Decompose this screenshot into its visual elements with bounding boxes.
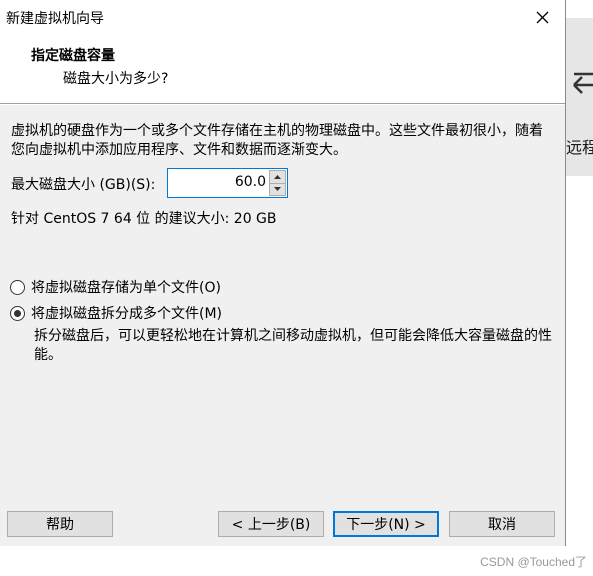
split-files-label: 将虚拟磁盘拆分成多个文件(M) — [31, 306, 223, 322]
split-description: 拆分磁盘后，可以更轻松地在计算机之间移动虚拟机，但可能会降低大容量磁盘的性能。 — [34, 328, 552, 363]
single-file-label: 将虚拟磁盘存储为单个文件(O) — [31, 280, 221, 296]
background-window: 远程 — [566, 18, 593, 176]
background-text: 远程 — [566, 138, 593, 157]
split-files-option[interactable]: 将虚拟磁盘拆分成多个文件(M) — [10, 303, 222, 323]
watermark: CSDN @Touched了 — [480, 555, 587, 569]
close-button[interactable] — [519, 0, 565, 34]
disk-description: 虚拟机的硬盘作为一个或多个文件存储在主机的物理磁盘中。这些文件最初很小，随着您向… — [11, 123, 543, 158]
title-bar: 新建虚拟机向导 — [0, 0, 565, 34]
cancel-button[interactable]: 取消 — [449, 511, 555, 537]
disk-size-input[interactable]: 60.0 — [172, 174, 266, 190]
triangle-down-icon — [274, 187, 281, 192]
close-icon — [536, 11, 548, 23]
disk-size-stepper[interactable]: 60.0 — [167, 168, 288, 198]
window-title: 新建虚拟机向导 — [6, 11, 104, 27]
stepper-down-button[interactable] — [269, 183, 286, 196]
wizard-header: 指定磁盘容量 磁盘大小为多少? — [0, 34, 565, 104]
wizard-content: 虚拟机的硬盘作为一个或多个文件存储在主机的物理磁盘中。这些文件最初很小，随着您向… — [0, 105, 565, 497]
max-disk-size-label: 最大磁盘大小 (GB)(S): — [11, 177, 156, 193]
new-vm-wizard-dialog: 新建虚拟机向导 指定磁盘容量 磁盘大小为多少? 虚拟机的硬盘作为一个或多个文件存… — [0, 0, 566, 546]
arrow-left-icon — [573, 72, 593, 94]
help-button[interactable]: 帮助 — [7, 511, 113, 537]
single-file-option[interactable]: 将虚拟磁盘存储为单个文件(O) — [10, 277, 221, 297]
next-button[interactable]: 下一步(N) > — [333, 511, 439, 537]
single-file-radio[interactable] — [10, 279, 25, 295]
split-files-radio[interactable] — [10, 305, 25, 321]
page-subtitle: 磁盘大小为多少? — [63, 71, 169, 87]
back-button[interactable]: < 上一步(B) — [218, 511, 324, 537]
stepper-up-button[interactable] — [269, 170, 286, 184]
page-title: 指定磁盘容量 — [31, 48, 115, 64]
triangle-up-icon — [274, 174, 281, 179]
stepper-arrows — [269, 170, 286, 196]
recommended-size-text: 针对 CentOS 7 64 位 的建议大小: 20 GB — [11, 211, 277, 227]
wizard-footer: 帮助 < 上一步(B) 下一步(N) > 取消 — [0, 497, 565, 546]
